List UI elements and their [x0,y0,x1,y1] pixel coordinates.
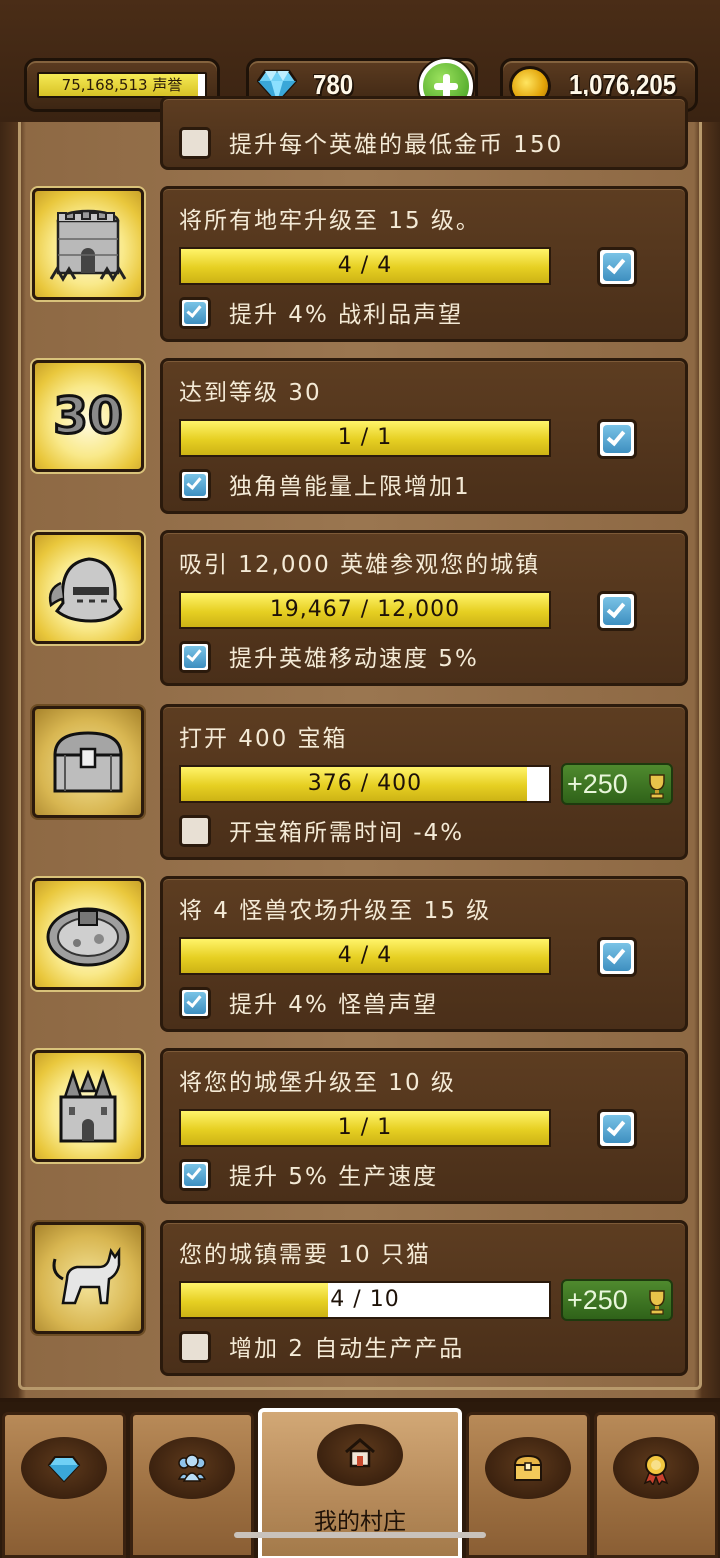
fame-value: 75,168,513 声誉 [37,72,207,98]
knight-helmet-icon [32,532,144,644]
medal-icon [643,1454,669,1485]
progress-text: 4 / 4 [337,943,393,968]
completed-checkbox [597,937,637,977]
achievement-title: 将所有地牢升级至 15 级。 [179,208,481,234]
progress-bar: 1 / 1 [179,1109,551,1147]
progress-bar: 1 / 1 [179,419,551,457]
castle-icon [32,1050,144,1162]
gem-icon [47,1456,81,1483]
trophy-icon [649,1290,665,1315]
achievement-title: 您的城镇需要 10 只猫 [179,1242,431,1268]
achievement-card: 吸引 12,000 英雄参观您的城镇 19,467 / 12,000 提升英雄移… [160,530,688,686]
level-30-icon: 30 [32,360,144,472]
bonus-checkbox [179,469,211,501]
achievement-title: 将您的城堡升级至 10 级 [179,1070,456,1096]
achievement-title: 将 4 怪兽农场升级至 15 级 [179,898,492,924]
chest-icon [513,1454,543,1481]
achievement-card: 将您的城堡升级至 10 级 1 / 1 提升 5% 生产速度 [160,1048,688,1204]
achievement-card: 您的城镇需要 10 只猫 4 / 10 +250 增加 2 自动生产产品 [160,1220,688,1376]
achievement-card: 打开 400 宝箱 376 / 400 +250 开宝箱所需时间 -4% [160,704,688,860]
bonus-text: 增加 2 自动生产产品 [229,1336,465,1362]
bonus-checkbox [179,987,211,1019]
bonus-text: 提升 4% 战利品声望 [229,302,464,328]
bonus-text: 提升 5% 生产速度 [229,1164,439,1190]
house-icon [345,1438,375,1468]
reward-badge[interactable]: +250 [561,1279,673,1321]
progress-bar: 4 / 4 [179,937,551,975]
bonus-checkbox [179,127,211,159]
heroes-icon [177,1454,207,1482]
bonus-text: 开宝箱所需时间 -4% [229,820,465,846]
level-number: 30 [53,387,123,445]
bonus-checkbox [179,641,211,673]
achievements-panel[interactable]: 提升每个英雄的最低金币 150 将所有地牢升级至 15 级。 4 / 4 提升 … [0,96,720,1402]
bonus-text: 提升每个英雄的最低金币 150 [229,132,564,158]
progress-text: 4 / 10 [330,1287,400,1312]
achievement-card: 将所有地牢升级至 15 级。 4 / 4 提升 4% 战利品声望 [160,186,688,342]
bonus-text: 提升 4% 怪兽声望 [229,992,439,1018]
progress-text: 376 / 400 [307,771,423,796]
tab-achievements[interactable] [594,1412,718,1558]
progress-bar: 376 / 400 [179,765,551,803]
completed-checkbox [597,591,637,631]
tab-label: 我的村庄 [314,1509,406,1535]
completed-checkbox [597,419,637,459]
tab-gems[interactable] [2,1412,126,1558]
treasure-chest-icon [32,706,144,818]
achievement-card: 将 4 怪兽农场升级至 15 级 4 / 4 提升 4% 怪兽声望 [160,876,688,1032]
progress-text: 19,467 / 12,000 [269,597,461,622]
trophy-icon [649,774,665,799]
bonus-text: 独角兽能量上限增加1 [229,474,471,500]
progress-bar: 4 / 4 [179,247,551,285]
bottom-navigation: 我的村庄 [0,1402,720,1558]
achievement-title: 吸引 12,000 英雄参观您的城镇 [179,552,541,578]
bonus-checkbox [179,815,211,847]
home-indicator[interactable] [234,1532,486,1538]
achievement-card: 达到等级 30 1 / 1 独角兽能量上限增加1 [160,358,688,514]
progress-text: 4 / 4 [337,253,393,278]
bonus-checkbox [179,297,211,329]
completed-checkbox [597,1109,637,1149]
cat-icon [32,1222,144,1334]
reward-amount: +250 [567,769,628,799]
bonus-text: 提升英雄移动速度 5% [229,646,479,672]
reward-badge[interactable]: +250 [561,763,673,805]
achievement-title: 达到等级 30 [179,380,322,406]
progress-text: 1 / 1 [337,425,393,450]
monster-farm-icon [32,878,144,990]
achievement-title: 打开 400 宝箱 [179,726,348,752]
bonus-checkbox [179,1331,211,1363]
progress-text: 1 / 1 [337,1115,393,1140]
achievement-card-partial: 提升每个英雄的最低金币 150 [160,96,688,170]
dungeon-tower-icon [32,188,144,300]
progress-bar: 4 / 10 [179,1281,551,1319]
reward-amount: +250 [567,1285,628,1315]
bonus-checkbox [179,1159,211,1191]
completed-checkbox [597,247,637,287]
progress-bar: 19,467 / 12,000 [179,591,551,629]
